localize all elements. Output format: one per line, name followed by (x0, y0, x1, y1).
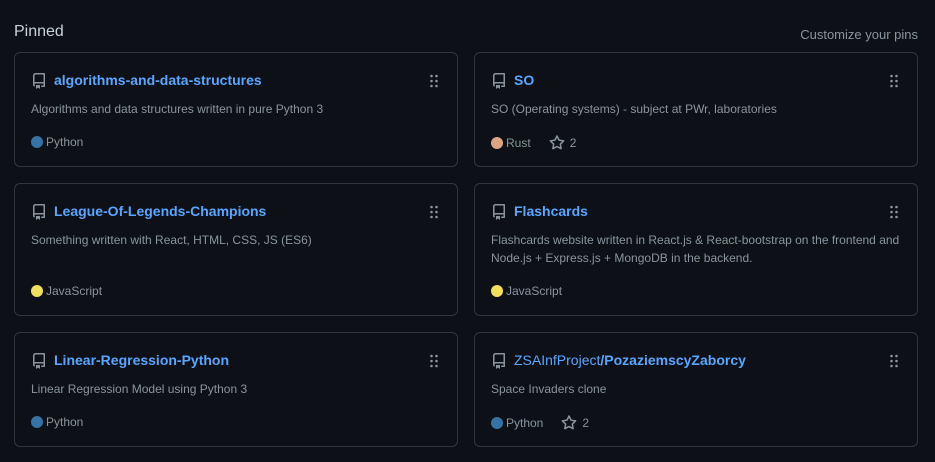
pinned-repo-card: Flashcards Flashcards website written in… (474, 183, 918, 316)
repo-meta: Rust 2 (491, 135, 576, 151)
star-icon (561, 415, 577, 430)
repo-description: Flashcards website written in React.js &… (491, 233, 900, 265)
star-count: 2 (569, 136, 577, 150)
stargazers-link[interactable]: 2 (549, 135, 577, 151)
pinned-title: Pinned (14, 23, 64, 40)
language-label: Python (46, 135, 84, 149)
customize-pins-link[interactable]: Customize your pins (800, 27, 918, 42)
drag-handle-icon[interactable] (889, 205, 899, 219)
repo-title-link[interactable]: ZSAInfProject/PozaziemscyZaborcy (514, 352, 746, 368)
drag-handle-icon[interactable] (429, 74, 439, 88)
drag-handle-icon[interactable] (429, 205, 439, 219)
language-label: Python (506, 416, 544, 430)
repo-meta: Python 2 (491, 415, 589, 431)
repo-title-link[interactable]: Linear-Regression-Python (54, 352, 229, 368)
repo-meta: Python (31, 415, 83, 429)
repo-owner: ZSAInfProject (514, 352, 601, 368)
pinned-repo-card: SO SO (Operating systems) - subject at P… (474, 52, 918, 167)
pinned-repo-card: ZSAInfProject/PozaziemscyZaborcy Space I… (474, 332, 918, 447)
drag-handle-icon[interactable] (889, 74, 899, 88)
repo-description: Space Invaders clone (491, 382, 607, 396)
repo-description: Linear Regression Model using Python 3 (31, 382, 248, 396)
language-color-dot (31, 416, 43, 428)
repo-icon (32, 204, 45, 220)
language-color-dot (491, 285, 503, 297)
star-count: 2 (582, 416, 590, 430)
stargazers-link[interactable]: 2 (561, 415, 589, 431)
repo-icon (493, 204, 505, 220)
language-label: Python (46, 415, 84, 429)
language-color-dot (31, 285, 43, 297)
pinned-repo-card: algorithms-and-data-structures Algorithm… (14, 52, 458, 167)
repo-meta: Python (31, 135, 83, 149)
repo-title-link[interactable]: algorithms-and-data-structures (54, 72, 262, 88)
drag-handle-icon[interactable] (889, 354, 899, 368)
language-label: Rust (506, 136, 531, 150)
star-icon (549, 135, 565, 150)
language-color-dot (491, 137, 503, 149)
repo-title-link[interactable]: League-Of-Legends-Champions (54, 203, 266, 219)
repo-icon (493, 353, 505, 369)
repo-meta: JavaScript (491, 284, 562, 298)
repo-description: Something written with React, HTML, CSS,… (31, 233, 312, 247)
repo-icon (493, 73, 505, 89)
repo-description: Algorithms and data structures written i… (31, 102, 324, 116)
repo-icon (32, 73, 45, 89)
language-color-dot (31, 136, 43, 148)
repo-name: /PozaziemscyZaborcy (600, 352, 746, 368)
repo-description: SO (Operating systems) - subject at PWr,… (491, 102, 777, 116)
repo-title-link[interactable]: Flashcards (514, 203, 588, 219)
drag-handle-icon[interactable] (429, 354, 439, 368)
repo-title-link[interactable]: SO (514, 72, 534, 88)
repo-icon (32, 353, 45, 369)
pinned-repo-card: League-Of-Legends-Champions Something wr… (14, 183, 458, 316)
language-label: JavaScript (506, 284, 563, 298)
repo-meta: JavaScript (31, 284, 102, 298)
language-color-dot (491, 417, 503, 429)
language-label: JavaScript (46, 284, 103, 298)
pinned-repo-card: Linear-Regression-Python Linear Regressi… (14, 332, 458, 447)
